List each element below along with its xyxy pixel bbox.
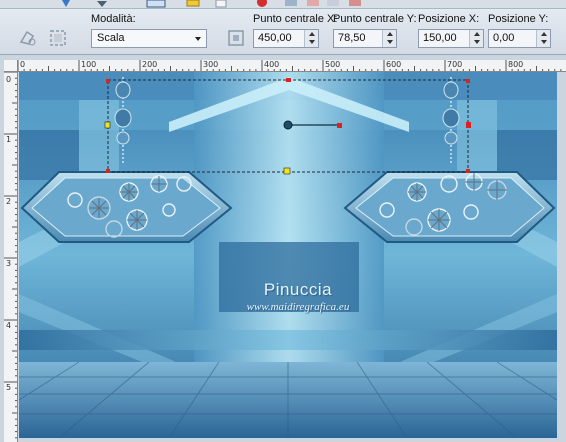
ruler-label: 2 [6, 197, 12, 206]
mode-select-value: Scala [97, 32, 125, 44]
position-y-value: 0,00 [493, 32, 515, 44]
center-y-stepper[interactable] [382, 30, 396, 47]
position-x-input[interactable]: 150,00 [418, 29, 484, 48]
ruler-horizontal: 0 100 200 300 400 500 600 700 800 [18, 60, 566, 72]
handle-bottom-left[interactable] [106, 169, 110, 173]
center-y-label: Punto centrale Y: [333, 13, 417, 25]
mode-select[interactable]: Scala [91, 29, 207, 48]
ruler-label: 500 [325, 60, 341, 69]
image-canvas[interactable]: Pinuccia www.maidiregrafica.eu [19, 72, 557, 438]
handle-top-middle[interactable] [286, 78, 291, 82]
deform-tool-icon[interactable] [48, 28, 68, 48]
watermark-title: Pinuccia [263, 280, 333, 299]
handle-bottom-middle[interactable] [283, 167, 291, 175]
ruler-label: 0 [20, 60, 26, 69]
paint-icon[interactable] [186, 0, 200, 8]
ruler-label: 600 [386, 60, 402, 69]
layer-icon-2[interactable] [306, 0, 320, 8]
app-window: Modalità: Scala Punto centrale X: 450,00… [0, 0, 566, 442]
ruler-corner [4, 60, 18, 72]
ruler-ticks-horizontal [18, 60, 562, 71]
center-y-value: 78,50 [338, 32, 366, 44]
layer-icon[interactable] [284, 0, 298, 8]
spin-up-icon [541, 32, 547, 36]
layer-icon-4[interactable] [348, 0, 362, 8]
position-y-input[interactable]: 0,00 [488, 29, 551, 48]
position-y-stepper[interactable] [536, 30, 550, 47]
watermark-url: www.maidiregrafica.eu [246, 301, 350, 313]
ruler-label: 300 [203, 60, 219, 69]
ruler-label: 3 [6, 259, 12, 268]
handle-bottom-right[interactable] [466, 169, 470, 173]
ruler-label: 4 [6, 321, 12, 330]
chevron-down-icon [195, 37, 201, 41]
position-x-value: 150,00 [423, 32, 457, 44]
handle-top-left[interactable] [106, 79, 110, 83]
ruler-label: 100 [81, 60, 97, 69]
position-y-label: Posizione Y: [488, 13, 549, 25]
position-x-stepper[interactable] [469, 30, 483, 47]
position-x-label: Posizione X: [418, 13, 480, 25]
mode-label: Modalità: [91, 13, 136, 25]
ruler-label: 200 [142, 60, 158, 69]
center-x-value: 450,00 [258, 32, 292, 44]
spin-down-icon [309, 40, 315, 44]
ruler-label: 5 [6, 383, 12, 392]
center-point-icon[interactable] [226, 28, 246, 48]
frame-tool-icon[interactable] [146, 0, 166, 8]
artwork [19, 72, 557, 438]
spin-down-icon [387, 40, 393, 44]
arrow-icon[interactable] [96, 0, 108, 8]
center-x-input[interactable]: 450,00 [253, 29, 319, 48]
ruler-label: 800 [508, 60, 524, 69]
ruler-vertical: 0 1 2 3 4 5 [4, 72, 18, 442]
ruler-label: 700 [447, 60, 463, 69]
ruler-label: 0 [6, 75, 12, 84]
spin-down-icon [541, 40, 547, 44]
rotation-handle[interactable] [337, 123, 342, 128]
top-toolbar-strip [0, 0, 566, 9]
center-x-stepper[interactable] [304, 30, 318, 47]
spin-up-icon [474, 32, 480, 36]
play-icon[interactable] [60, 0, 72, 8]
spin-up-icon [387, 32, 393, 36]
pivot-icon[interactable] [283, 120, 293, 130]
spin-down-icon [474, 40, 480, 44]
document-icon[interactable] [214, 0, 228, 8]
handle-middle-left[interactable] [104, 121, 111, 129]
center-y-input[interactable]: 78,50 [333, 29, 397, 48]
tool-options-bar: Modalità: Scala Punto centrale X: 450,00… [0, 9, 566, 55]
ruler-label: 1 [6, 135, 12, 144]
ruler-label: 400 [264, 60, 280, 69]
stop-icon[interactable] [256, 0, 268, 8]
handle-top-right[interactable] [466, 79, 470, 83]
handle-middle-right[interactable] [466, 122, 471, 128]
layer-icon-3[interactable] [326, 0, 340, 8]
spin-up-icon [309, 32, 315, 36]
center-x-label: Punto centrale X: [253, 13, 338, 25]
deform-reset-icon[interactable] [18, 28, 38, 48]
